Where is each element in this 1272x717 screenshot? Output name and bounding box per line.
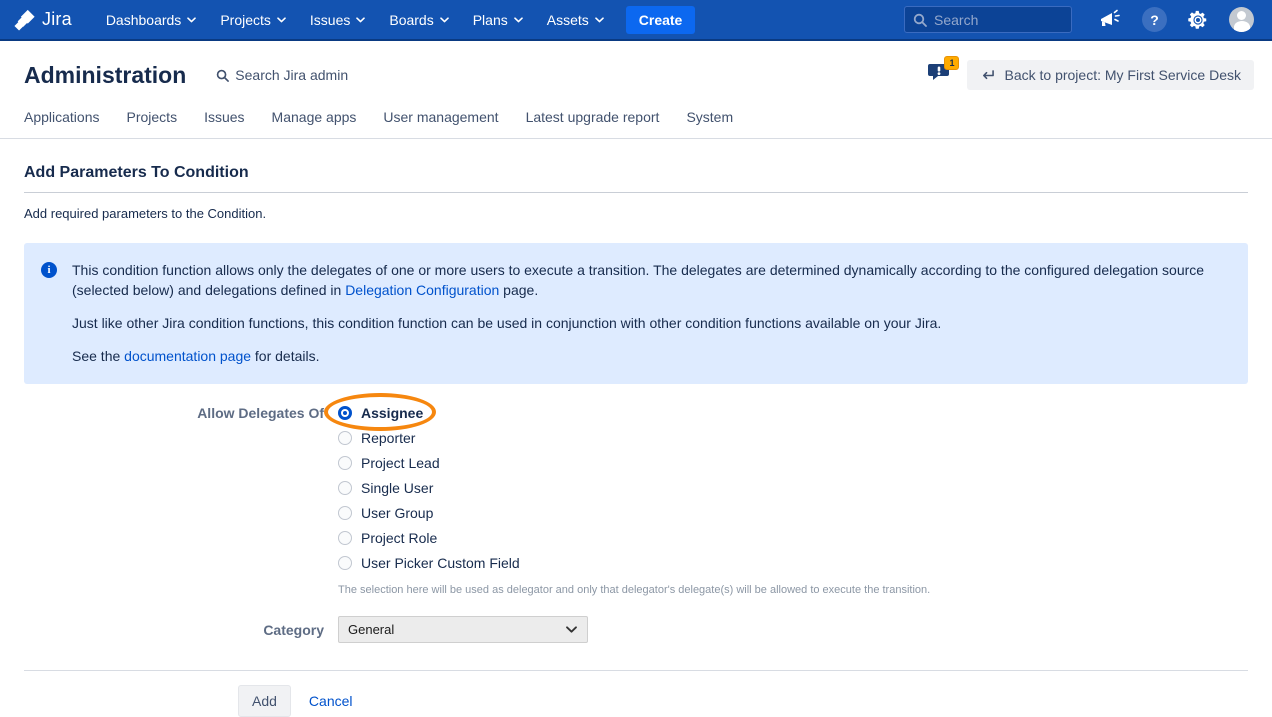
tab-applications[interactable]: Applications (24, 102, 100, 138)
admin-search-label: Search Jira admin (235, 67, 348, 83)
radio-icon[interactable] (338, 481, 352, 495)
documentation-page-link[interactable]: documentation page (124, 348, 251, 364)
chevron-down-icon (440, 17, 449, 23)
section-description: Add required parameters to the Condition… (24, 206, 1248, 221)
info-paragraph-3: See the documentation page for details. (72, 346, 1224, 366)
jira-admin-page: Jira Dashboards Projects Issues Boards P… (0, 0, 1272, 712)
nav-item-assets[interactable]: Assets (535, 0, 616, 39)
chevron-down-icon (595, 17, 604, 23)
page-title: Administration (24, 62, 186, 89)
section-heading: Add Parameters To Condition (24, 139, 1248, 193)
nav-search-box[interactable] (904, 6, 1072, 33)
radio-icon[interactable] (338, 456, 352, 470)
radio-option-reporter[interactable]: Reporter (338, 425, 930, 450)
info-text: This condition function allows only the … (72, 260, 1224, 366)
nav-item-label: Projects (220, 12, 271, 28)
category-selected-value: General (348, 622, 394, 637)
user-avatar[interactable] (1229, 7, 1254, 32)
radio-option-user-group[interactable]: User Group (338, 500, 930, 525)
chevron-down-icon (187, 17, 196, 23)
back-to-project-button[interactable]: Back to project: My First Service Desk (967, 60, 1254, 90)
nav-item-boards[interactable]: Boards (377, 0, 460, 39)
chevron-down-icon (514, 17, 523, 23)
info-text-segment: This condition function allows only the … (72, 262, 1204, 298)
radio-option-assignee[interactable]: Assignee (338, 400, 930, 425)
chevron-down-icon (566, 626, 577, 633)
admin-tabs: Applications Projects Issues Manage apps… (0, 102, 1272, 139)
info-message-panel: i This condition function allows only th… (24, 243, 1248, 384)
help-icon[interactable]: ? (1142, 7, 1167, 32)
info-text-segment: See the (72, 348, 124, 364)
create-button[interactable]: Create (626, 6, 696, 34)
nav-item-dashboards[interactable]: Dashboards (94, 0, 209, 39)
jira-logo-icon (14, 9, 36, 31)
tab-issues[interactable]: Issues (204, 102, 244, 138)
chevron-down-icon (277, 17, 286, 23)
tab-system[interactable]: System (686, 102, 733, 138)
radio-option-label: Project Role (361, 530, 437, 546)
category-select[interactable]: General (338, 616, 588, 643)
delegates-row: Allow Delegates Of Assignee Reporter Pro… (24, 400, 1248, 596)
radio-option-single-user[interactable]: Single User (338, 475, 930, 500)
radio-option-label: User Group (361, 505, 433, 521)
radio-option-label: Single User (361, 480, 433, 496)
search-icon (913, 13, 927, 27)
add-button[interactable]: Add (238, 685, 291, 717)
tab-latest-upgrade-report[interactable]: Latest upgrade report (526, 102, 660, 138)
tab-projects[interactable]: Projects (127, 102, 178, 138)
feedback-bubble-icon[interactable]: 1 (928, 62, 951, 88)
jira-logo-text: Jira (42, 9, 72, 30)
admin-header: Administration Search Jira admin 1 Back … (0, 41, 1272, 102)
allow-delegates-of-label: Allow Delegates Of (24, 400, 338, 596)
radio-option-label: Project Lead (361, 455, 440, 471)
condition-parameters-form: Allow Delegates Of Assignee Reporter Pro… (24, 400, 1248, 643)
info-text-segment: for details. (251, 348, 319, 364)
search-icon (216, 69, 229, 82)
radio-option-project-lead[interactable]: Project Lead (338, 450, 930, 475)
nav-item-plans[interactable]: Plans (461, 0, 535, 39)
nav-item-label: Plans (473, 12, 508, 28)
delegation-configuration-link[interactable]: Delegation Configuration (345, 282, 499, 298)
radio-icon[interactable] (338, 431, 352, 445)
radio-option-user-picker-custom-field[interactable]: User Picker Custom Field (338, 550, 930, 575)
search-input[interactable] (934, 12, 1054, 28)
info-paragraph-2: Just like other Jira condition functions… (72, 313, 1224, 333)
announcements-megaphone-icon[interactable] (1098, 9, 1122, 31)
radio-option-project-role[interactable]: Project Role (338, 525, 930, 550)
notification-badge: 1 (944, 56, 959, 70)
jira-logo[interactable]: Jira (14, 9, 72, 31)
nav-item-label: Assets (547, 12, 589, 28)
radio-icon[interactable] (338, 531, 352, 545)
radio-icon[interactable] (338, 506, 352, 520)
radio-option-label: Reporter (361, 430, 415, 446)
tab-manage-apps[interactable]: Manage apps (272, 102, 357, 138)
top-navigation: Jira Dashboards Projects Issues Boards P… (0, 0, 1272, 41)
back-button-label: Back to project: My First Service Desk (1004, 67, 1241, 83)
admin-search[interactable]: Search Jira admin (216, 67, 348, 83)
radio-selected-icon[interactable] (338, 406, 352, 420)
nav-item-label: Issues (310, 12, 350, 28)
radio-option-label: User Picker Custom Field (361, 555, 520, 571)
nav-item-projects[interactable]: Projects (208, 0, 298, 39)
nav-icon-group: ? (1098, 7, 1254, 32)
form-footer: Add Cancel (24, 670, 1248, 717)
radio-icon[interactable] (338, 556, 352, 570)
category-row: Category General (24, 616, 1248, 643)
info-icon: i (41, 262, 57, 278)
return-arrow-icon (980, 69, 995, 82)
delegator-helper-text: The selection here will be used as deleg… (338, 584, 930, 596)
nav-item-label: Boards (389, 12, 433, 28)
info-paragraph-1: This condition function allows only the … (72, 260, 1224, 300)
chevron-down-icon (356, 17, 365, 23)
delegate-source-radio-group: Assignee Reporter Project Lead Single Us… (338, 400, 930, 596)
cancel-link[interactable]: Cancel (309, 693, 353, 709)
nav-item-label: Dashboards (106, 12, 182, 28)
info-text-segment: page. (499, 282, 538, 298)
category-label: Category (24, 622, 338, 638)
main-content: Add Parameters To Condition Add required… (0, 139, 1272, 717)
tab-user-management[interactable]: User management (383, 102, 498, 138)
nav-item-issues[interactable]: Issues (298, 0, 377, 39)
radio-option-label: Assignee (361, 405, 423, 421)
settings-gear-icon[interactable] (1187, 9, 1209, 31)
